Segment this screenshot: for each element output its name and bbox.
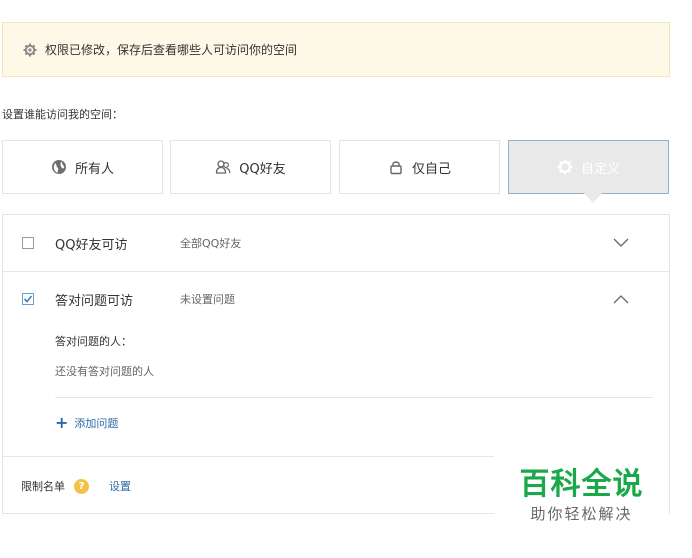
restriction-label: 限制名单 <box>21 480 65 493</box>
notice-text: 权限已修改，保存后查看哪些人可访问你的空间 <box>45 43 298 57</box>
rule-desc: 全部QQ好友 <box>180 237 242 250</box>
rule-row-question[interactable]: 答对问题可访 未设置问题 <box>3 271 669 327</box>
watermark-main: 百科全说 <box>519 467 644 502</box>
option-qq-friends[interactable]: QQ好友 <box>170 140 331 194</box>
rule-title: QQ好友可访 <box>55 237 128 253</box>
add-question-label: 添加问题 <box>74 417 119 430</box>
globe-icon <box>51 159 67 175</box>
question-checkbox[interactable] <box>22 293 34 305</box>
friends-icon <box>215 159 231 175</box>
rule-desc: 未设置问题 <box>180 293 235 306</box>
option-label: 所有人 <box>74 161 114 177</box>
help-icon[interactable]: ? <box>74 478 89 494</box>
chevron-up-icon[interactable] <box>613 294 629 304</box>
lock-icon <box>388 159 404 175</box>
rule-title: 答对问题可访 <box>55 293 134 309</box>
option-label: 仅自己 <box>411 161 451 177</box>
question-empty-text: 还没有答对问题的人 <box>55 365 154 378</box>
chevron-down-icon[interactable] <box>613 238 629 248</box>
option-everyone[interactable]: 所有人 <box>2 140 163 194</box>
question-people-label: 答对问题的人： <box>55 335 132 348</box>
qq-friends-checkbox[interactable] <box>22 237 34 249</box>
rule-row-qq-friends[interactable]: QQ好友可访 全部QQ好友 <box>3 215 669 271</box>
watermark-sub: 助你轻松解决 <box>530 505 633 523</box>
restriction-row: 限制名单 ? 设置 <box>21 478 131 494</box>
option-custom[interactable]: 自定义 <box>508 140 669 203</box>
restriction-set-link[interactable]: 设置 <box>109 478 131 494</box>
add-question-button[interactable]: + 添加问题 <box>55 415 118 431</box>
option-only-me[interactable]: 仅自己 <box>339 140 500 194</box>
option-label: QQ好友 <box>239 161 286 177</box>
section-label: 设置谁能访问我的空间： <box>2 108 123 121</box>
option-label: 自定义 <box>580 161 620 177</box>
plus-icon: + <box>55 413 69 432</box>
watermark-logo: 百科全说 助你轻松解决 <box>494 456 669 536</box>
check-icon <box>23 295 33 303</box>
divider <box>55 397 653 398</box>
permission-notice: 权限已修改，保存后查看哪些人可访问你的空间 <box>2 22 670 77</box>
gear-icon <box>557 159 573 175</box>
gear-icon <box>23 43 37 57</box>
